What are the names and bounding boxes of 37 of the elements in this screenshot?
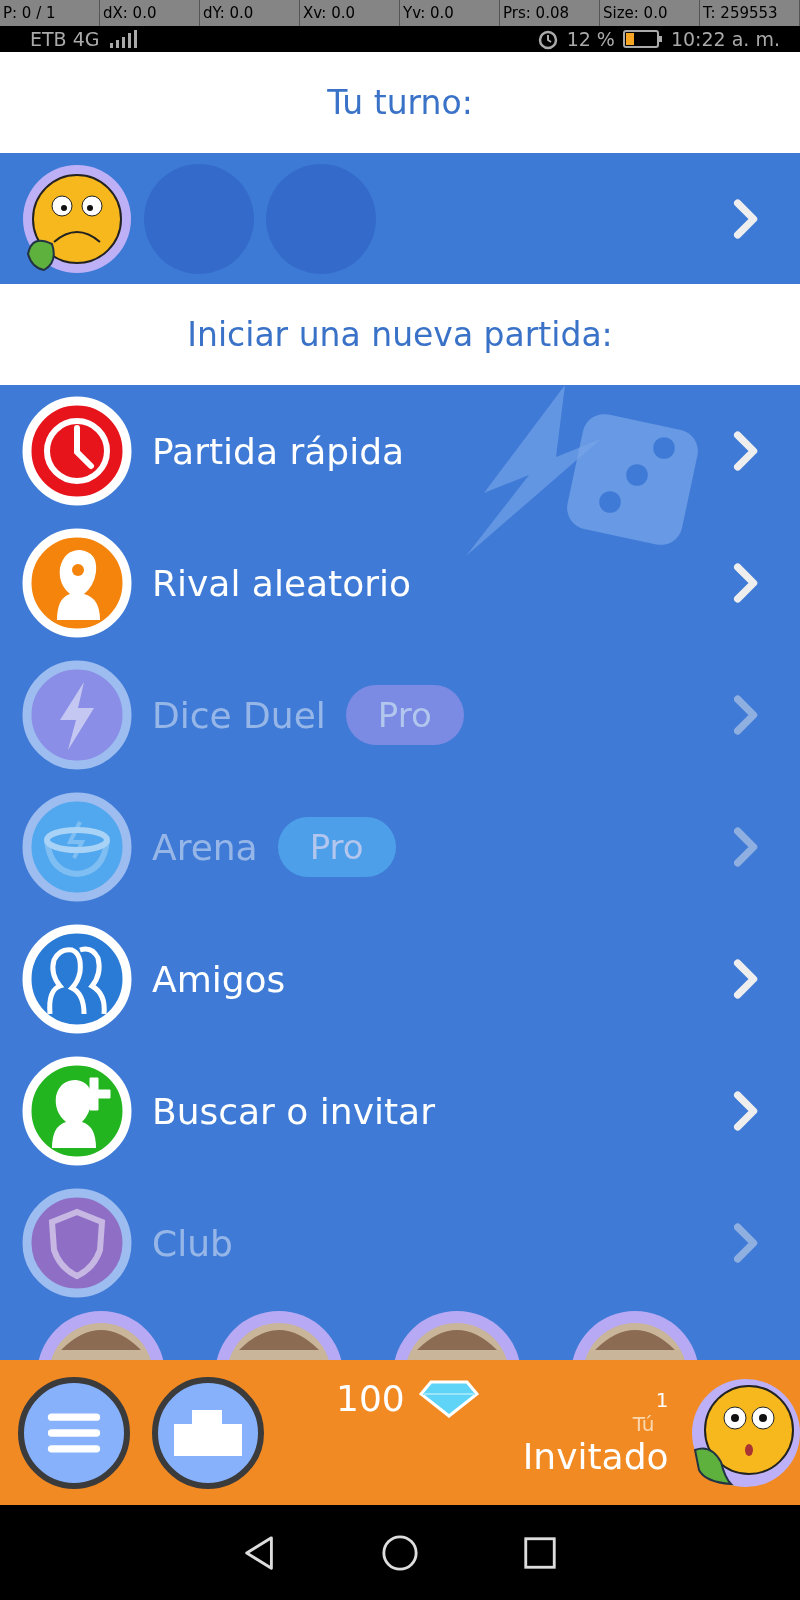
debug-reading: Size: 0.0 [600, 0, 700, 26]
carrier-text: ETB 4G [30, 28, 100, 50]
diamond-icon [418, 1378, 479, 1419]
menu-item[interactable]: Amigos [0, 913, 800, 1045]
debug-reading: dY: 0.0 [200, 0, 300, 26]
signal-icon [107, 29, 138, 49]
menu-label: Buscar o invitar [152, 1090, 435, 1132]
debug-reading: T: 259553 [700, 0, 800, 26]
battery-text: 12 % [566, 28, 615, 50]
debug-reading: Prs: 0.08 [500, 0, 600, 26]
alarm-icon [536, 28, 559, 50]
section-header: Tu turno: [0, 52, 800, 153]
menu-label: Dice Duel [152, 694, 326, 736]
battery-icon [622, 29, 663, 49]
player-avatar[interactable] [690, 1377, 800, 1488]
debug-reading: P: 0 / 1 [0, 0, 100, 26]
menu-label: Club [152, 1222, 233, 1264]
menu-item[interactable]: Partida rápida [0, 385, 800, 517]
menu-item[interactable]: Buscar o invitar [0, 1045, 800, 1177]
debug-reading: dX: 0.0 [100, 0, 200, 26]
menu-label: Amigos [152, 958, 286, 1000]
section-header: Iniciar una nueva partida: [0, 284, 800, 385]
clock-text: 10:22 a. m. [670, 28, 780, 50]
menu-label: Arena [152, 826, 258, 868]
menu-label: Partida rápida [152, 430, 405, 472]
rank-number: 1 [655, 1388, 669, 1412]
menu-label: Rival aleatorio [152, 562, 412, 604]
debug-reading: Xv: 0.0 [300, 0, 400, 26]
pro-badge: Pro [277, 817, 396, 877]
podium-icon [172, 1407, 244, 1458]
home-icon[interactable] [381, 1533, 419, 1572]
debug-reading: Yv: 0.0 [400, 0, 500, 26]
pro-badge: Pro [345, 685, 464, 745]
gem-count: 100 [336, 1378, 405, 1419]
menu-item[interactable]: Rival aleatorio [0, 517, 800, 649]
player-name: Invitado [522, 1436, 669, 1477]
you-label: Tú [632, 1412, 655, 1436]
